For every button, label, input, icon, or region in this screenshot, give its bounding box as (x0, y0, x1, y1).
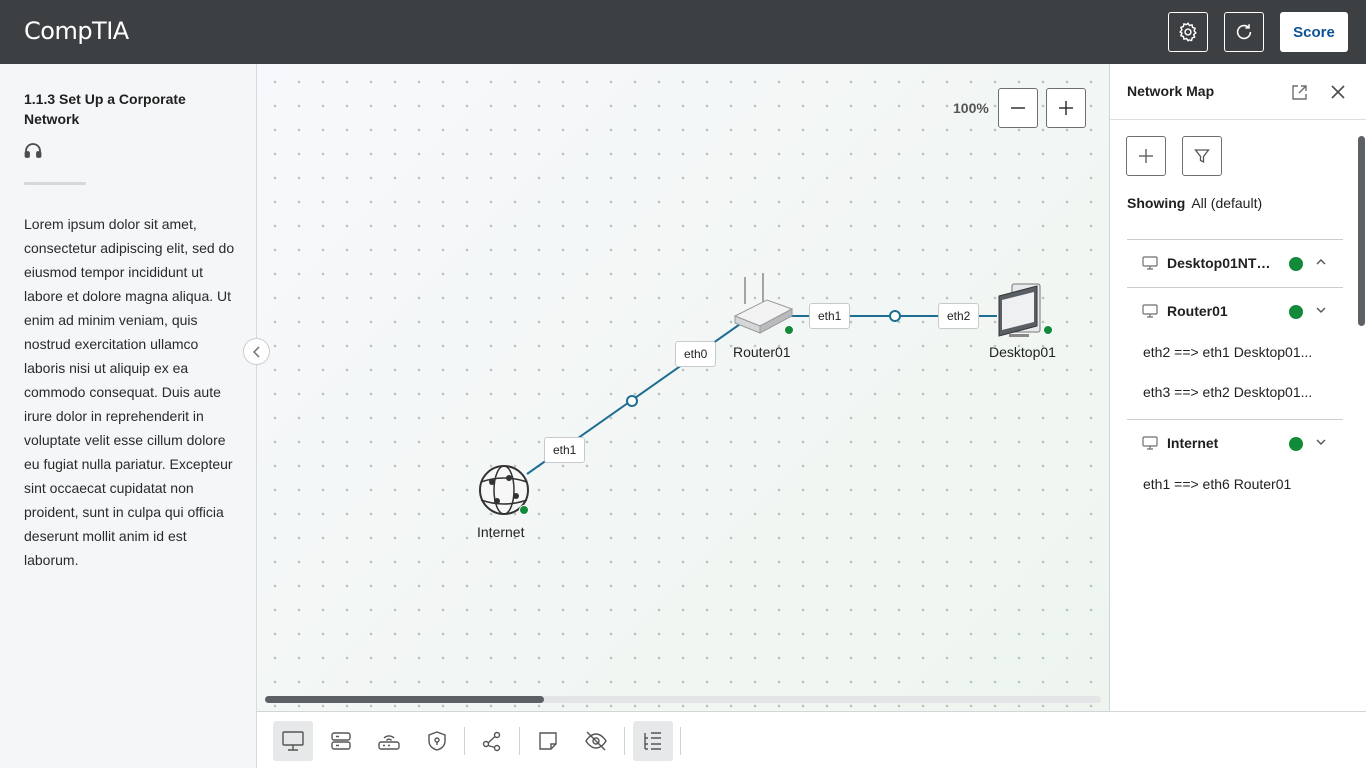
device-status-indicator (1289, 257, 1303, 271)
network-map-panel: Network Map Showing All (default) Desktop… (1109, 64, 1366, 711)
link-midpoint-handle[interactable] (889, 310, 901, 322)
filter-status: Showing All (default) (1127, 195, 1262, 211)
vertical-scrollbar[interactable] (1358, 136, 1365, 326)
tool-network-devices[interactable] (369, 721, 409, 761)
zoom-out-button[interactable] (998, 88, 1038, 128)
showing-value: All (default) (1191, 195, 1263, 211)
toolbar-divider (624, 727, 625, 755)
gear-icon (1179, 22, 1197, 42)
chevron-up-icon[interactable] (1315, 256, 1327, 268)
refresh-icon (1236, 24, 1252, 40)
share-nodes-icon (482, 731, 501, 752)
device-header[interactable]: Desktop01NTB... (1127, 240, 1343, 286)
connection-item[interactable]: eth1 ==> eth6 Router01 (1143, 476, 1343, 492)
popout-button[interactable] (1289, 82, 1309, 102)
lesson-title: 1.1.3 Set Up a Corporate Network (24, 91, 186, 127)
zoom-in-button[interactable] (1046, 88, 1086, 128)
filter-button[interactable] (1182, 136, 1222, 176)
device-item-desktop01ntb: Desktop01NTB... (1127, 239, 1343, 287)
plus-icon (1139, 149, 1153, 163)
top-bar: CompTIA Score (0, 0, 1366, 64)
toolbar-divider (680, 727, 681, 755)
headphones-icon (24, 143, 42, 158)
desktop-status-indicator (1043, 325, 1053, 335)
scrollbar-thumb[interactable] (265, 696, 544, 703)
chevron-left-icon (252, 345, 260, 358)
note-icon (539, 732, 557, 750)
audio-button[interactable] (24, 142, 42, 163)
port-label-router-eth0[interactable]: eth0 (675, 341, 717, 367)
tool-connections[interactable] (472, 721, 512, 761)
chevron-down-icon[interactable] (1315, 436, 1327, 448)
tool-notes[interactable] (528, 721, 568, 761)
settings-button[interactable] (1168, 12, 1208, 52)
device-header[interactable]: Internet (1127, 420, 1343, 466)
port-label-router-eth1[interactable]: eth1 (809, 303, 851, 329)
device-status-indicator (1289, 305, 1303, 319)
network-map-title: Network Map (1127, 83, 1215, 99)
device-status-indicator (1289, 437, 1303, 451)
lesson-panel: 1.1.3 Set Up a Corporate Network Lorem i… (0, 64, 257, 768)
tool-hide[interactable] (576, 721, 616, 761)
link-midpoint-handle[interactable] (626, 395, 638, 407)
minus-icon (1011, 107, 1025, 109)
zoom-level: 100% (953, 100, 989, 116)
port-label-internet-eth1[interactable]: eth1 (544, 437, 586, 463)
horizontal-scrollbar[interactable] (265, 696, 1101, 703)
network-links (479, 273, 1041, 515)
network-map-header: Network Map (1110, 64, 1366, 120)
bottom-toolbar (257, 711, 1366, 768)
internet-label: Internet (477, 524, 525, 540)
device-name: Internet (1167, 435, 1219, 451)
external-link-icon (1291, 84, 1307, 100)
tool-security[interactable] (417, 721, 457, 761)
router-label: Router01 (733, 344, 791, 360)
filter-icon (1194, 149, 1210, 164)
device-item-internet: Internet eth1 ==> eth6 Router01 (1127, 419, 1343, 519)
score-button[interactable]: Score (1280, 12, 1348, 52)
reset-button[interactable] (1224, 12, 1264, 52)
device-item-router01: Router01 eth2 ==> eth1 Desktop01... eth3… (1127, 287, 1343, 419)
connection-item[interactable]: eth2 ==> eth1 Desktop01... (1143, 344, 1343, 360)
shield-icon (428, 731, 446, 751)
device-name: Router01 (1167, 303, 1228, 319)
router-icon[interactable] (733, 273, 794, 334)
monitor-icon (282, 731, 304, 751)
network-canvas[interactable]: eth0 eth1 eth2 eth1 Router01 Desktop01 I… (257, 64, 1109, 711)
connection-item[interactable]: eth3 ==> eth2 Desktop01... (1143, 384, 1343, 400)
lesson-progress (24, 182, 86, 185)
plus-icon (1059, 101, 1073, 115)
device-name: Desktop01NTB... (1167, 255, 1273, 271)
eye-off-icon (585, 731, 607, 751)
port-label-desktop-eth2[interactable]: eth2 (938, 303, 980, 329)
tree-list-icon (644, 732, 661, 750)
device-header[interactable]: Router01 (1127, 288, 1343, 334)
tool-network-map[interactable] (633, 721, 673, 761)
showing-label: Showing (1127, 195, 1186, 211)
monitor-icon (1142, 304, 1158, 318)
toolbar-divider (519, 727, 520, 755)
internet-status-indicator (519, 505, 529, 515)
close-panel-button[interactable] (1328, 82, 1348, 102)
add-device-button[interactable] (1126, 136, 1166, 176)
close-icon (1331, 85, 1345, 99)
desktop-label: Desktop01 (989, 344, 1056, 360)
router-status-indicator (784, 325, 794, 335)
monitor-icon (1142, 436, 1158, 450)
desktop-icon[interactable] (998, 283, 1041, 337)
server-icon (331, 732, 351, 750)
monitor-icon (1142, 256, 1158, 270)
collapse-panel-button[interactable] (243, 338, 270, 365)
toolbar-divider (464, 727, 465, 755)
router-icon (378, 735, 400, 750)
tool-servers[interactable] (321, 721, 361, 761)
lesson-text: Lorem ipsum dolor sit amet, consectetur … (24, 216, 235, 568)
comptia-logo: CompTIA (24, 17, 129, 45)
tool-workstations[interactable] (273, 721, 313, 761)
chevron-down-icon[interactable] (1315, 304, 1327, 316)
